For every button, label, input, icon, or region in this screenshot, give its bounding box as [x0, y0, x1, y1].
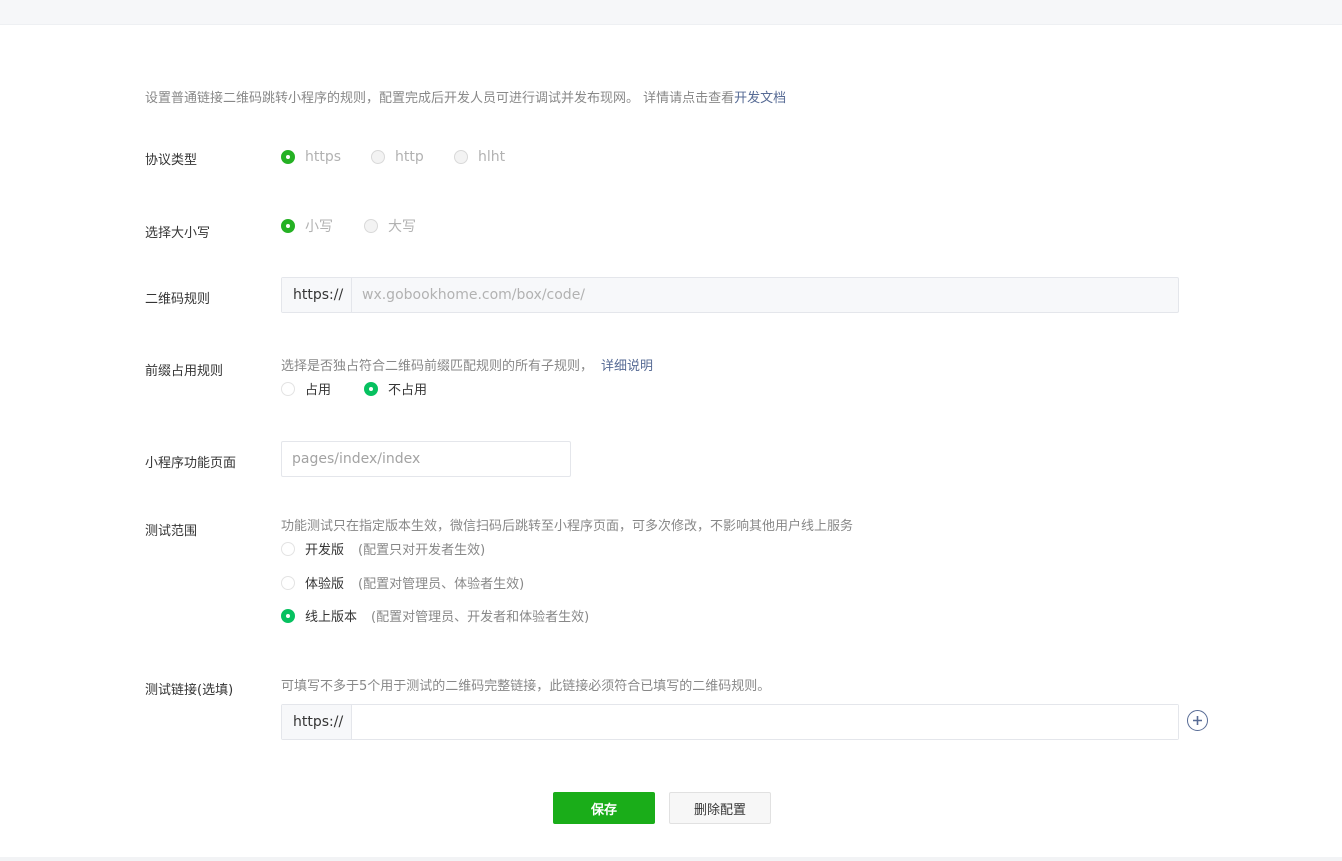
scope-option-name: 线上版本 [305, 610, 358, 625]
radio-unchecked-icon [454, 150, 468, 164]
mini-page-input[interactable]: pages/index/index [281, 441, 571, 477]
case-label: 选择大小写 [145, 226, 211, 241]
radio-checked-icon [281, 219, 295, 233]
top-header-fragment: · · [0, 0, 12, 7]
radio-unchecked-icon [281, 381, 295, 396]
test-link-field[interactable]: https:// [281, 704, 1179, 740]
top-header-bar: · · [0, 0, 1342, 25]
protocol-radio-http[interactable]: http [371, 149, 424, 165]
scope-option-hint: (配置只对开发者生效) [358, 543, 486, 558]
protocol-option-label: hlht [478, 149, 506, 165]
test-scope-description: 功能测试只在指定版本生效，微信扫码后跳转至小程序页面，可多次修改，不影响其他用户… [281, 519, 854, 534]
prefix-rule-description-text: 选择是否独占符合二维码前缀匹配规则的所有子规则， [281, 359, 594, 374]
scope-radio-dev[interactable]: 开发版 (配置只对开发者生效) [281, 539, 485, 558]
radio-checked-icon [364, 381, 378, 396]
test-link-prefix: https:// [282, 705, 352, 739]
radio-checked-icon [281, 150, 295, 164]
radio-unchecked-icon [281, 575, 295, 590]
case-option-label: 大写 [388, 219, 416, 235]
radio-unchecked-icon [281, 541, 295, 556]
protocol-label: 协议类型 [145, 153, 198, 168]
prefix-option-label: 不占用 [388, 383, 428, 398]
radio-unchecked-icon [371, 150, 385, 164]
protocol-radio-hlht[interactable]: hlht [454, 149, 505, 165]
prefix-radio-occupy[interactable]: 占用 [281, 379, 331, 398]
test-link-input[interactable] [362, 704, 1178, 740]
add-test-link-icon[interactable] [1187, 710, 1208, 731]
save-button[interactable]: 保存 [553, 792, 655, 824]
test-link-description: 可填写不多于5个用于测试的二维码完整链接，此链接必须符合已填写的二维码规则。 [281, 679, 771, 694]
case-radio-lower[interactable]: 小写 [281, 216, 333, 236]
prefix-radio-not-occupy[interactable]: 不占用 [364, 379, 427, 398]
intro-text: 设置普通链接二维码跳转小程序的规则，配置完成后开发人员可进行调试并发布现网。 详… [145, 87, 786, 106]
qr-rule-value: wx.gobookhome.com/box/code/ [362, 287, 586, 303]
dev-docs-link[interactable]: 开发文档 [734, 91, 786, 106]
test-scope-label: 测试范围 [145, 524, 198, 539]
scope-radio-trial[interactable]: 体验版 (配置对管理员、体验者生效) [281, 573, 524, 592]
intro-description: 设置普通链接二维码跳转小程序的规则，配置完成后开发人员可进行调试并发布现网。 详… [145, 91, 735, 106]
prefix-rule-detail-link[interactable]: 详细说明 [601, 359, 653, 374]
case-radio-upper[interactable]: 大写 [364, 216, 416, 236]
mini-page-label: 小程序功能页面 [145, 456, 237, 471]
protocol-option-label: http [395, 149, 424, 165]
scope-option-hint: (配置对管理员、体验者生效) [358, 577, 525, 592]
scope-option-name: 体验版 [305, 577, 345, 592]
prefix-rule-label: 前缀占用规则 [145, 364, 224, 379]
delete-config-button[interactable]: 删除配置 [669, 792, 771, 824]
scope-option-name: 开发版 [305, 543, 345, 558]
radio-checked-icon [281, 608, 295, 623]
scope-radio-online[interactable]: 线上版本 (配置对管理员、开发者和体验者生效) [281, 606, 589, 625]
qr-rule-prefix: https:// [282, 278, 352, 312]
bottom-divider [0, 857, 1342, 861]
case-option-label: 小写 [305, 219, 333, 235]
qr-rule-label: 二维码规则 [145, 292, 211, 307]
scope-option-hint: (配置对管理员、开发者和体验者生效) [371, 610, 590, 625]
prefix-option-label: 占用 [305, 383, 332, 398]
prefix-rule-description: 选择是否独占符合二维码前缀匹配规则的所有子规则， 详细说明 [281, 355, 653, 374]
qr-rule-field[interactable]: https:// wx.gobookhome.com/box/code/ [281, 277, 1179, 313]
protocol-option-label: https [305, 149, 342, 165]
radio-unchecked-icon [364, 219, 378, 233]
protocol-radio-https[interactable]: https [281, 149, 341, 165]
test-link-label: 测试链接(选填) [145, 683, 234, 698]
